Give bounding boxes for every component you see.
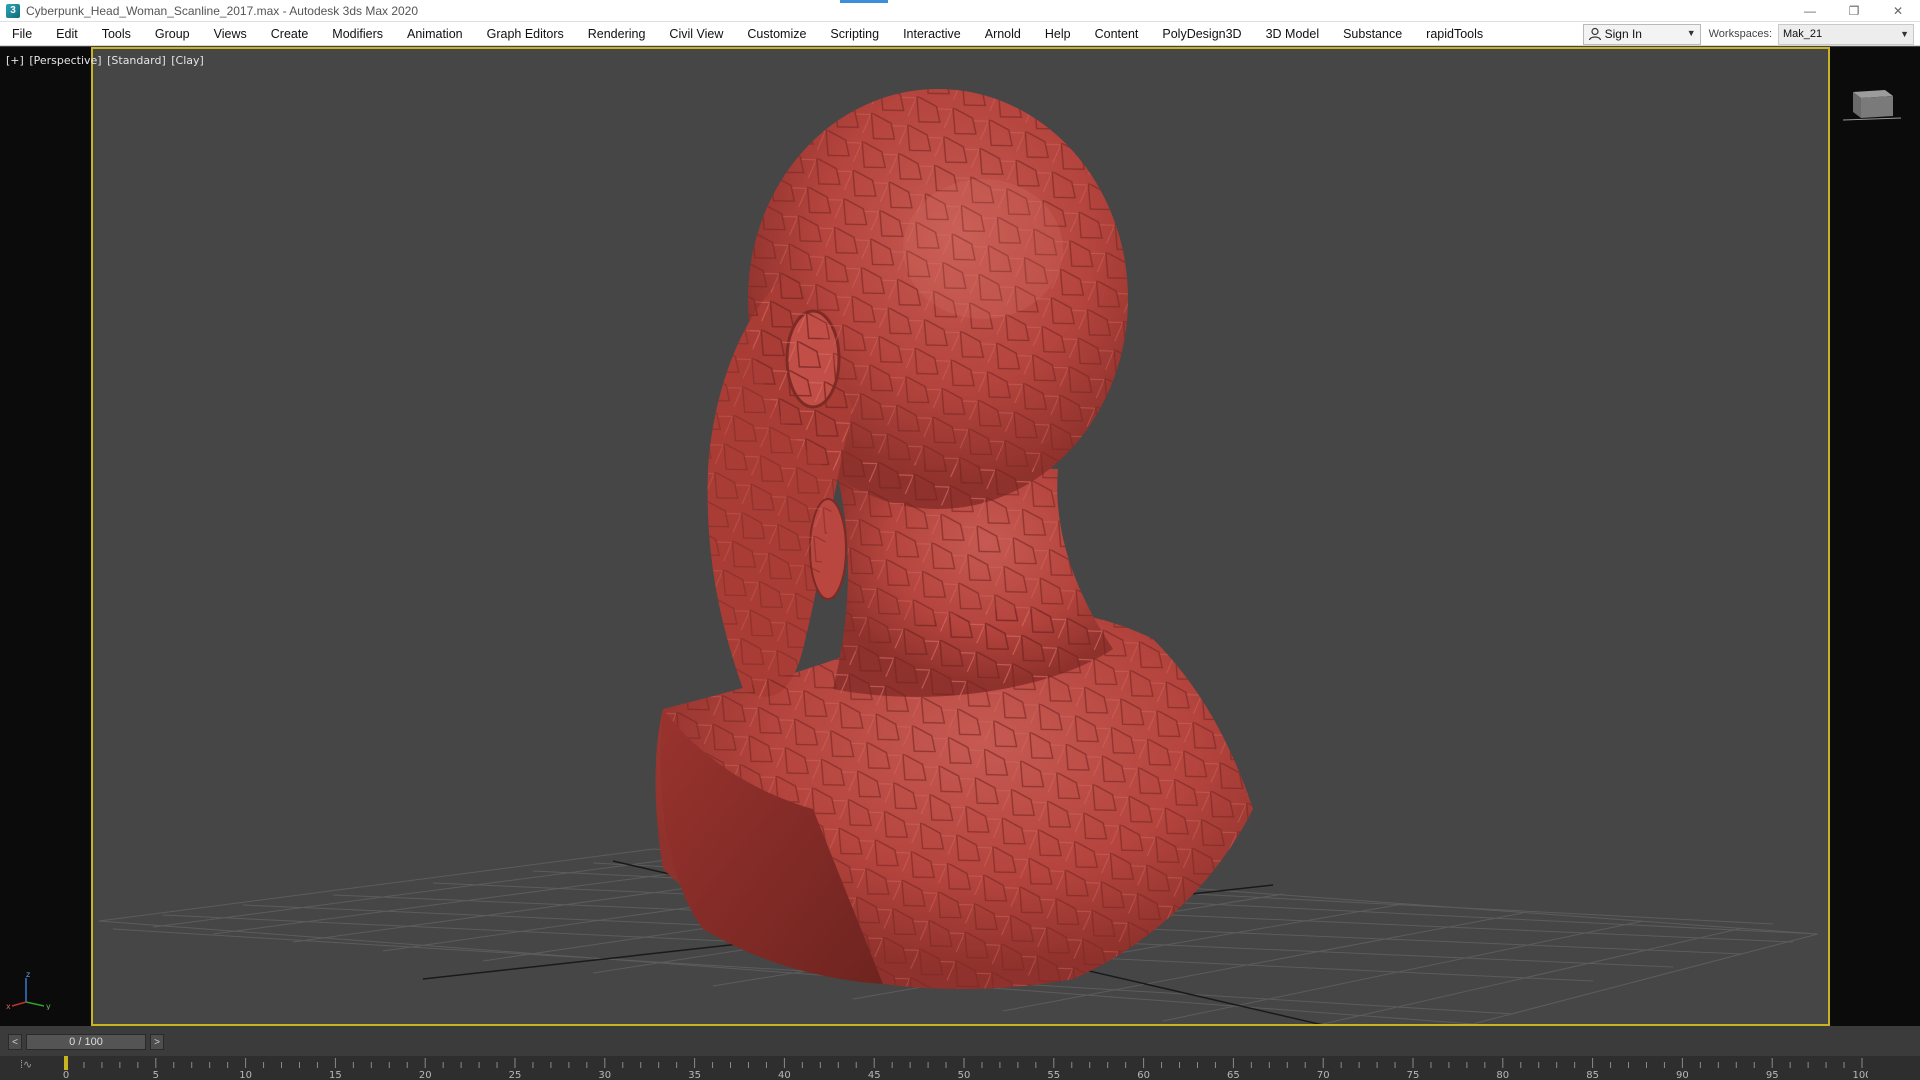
menu-substance[interactable]: Substance bbox=[1331, 22, 1414, 46]
app-icon[interactable]: 3 bbox=[6, 3, 20, 18]
perspective-viewport[interactable] bbox=[91, 47, 1830, 1026]
key-mode-icon[interactable]: ⁞∿ bbox=[20, 1058, 32, 1071]
left-panel bbox=[0, 47, 91, 1026]
menu-group[interactable]: Group bbox=[143, 22, 202, 46]
menu-create[interactable]: Create bbox=[259, 22, 321, 46]
ruler-tick-label: 65 bbox=[1227, 1070, 1240, 1080]
ruler-tick-label: 10 bbox=[239, 1070, 252, 1080]
ruler-tick-label: 75 bbox=[1407, 1070, 1420, 1080]
viewport-shading-clay[interactable]: [Clay] bbox=[171, 54, 204, 67]
ruler-tick-label: 15 bbox=[329, 1070, 342, 1080]
viewport-scene bbox=[98, 89, 1819, 1024]
ruler-tick-label: 95 bbox=[1766, 1070, 1779, 1080]
ruler-tick-label: 35 bbox=[688, 1070, 701, 1080]
title-accent-bar bbox=[840, 0, 888, 3]
menu-polydesign3d[interactable]: PolyDesign3D bbox=[1150, 22, 1253, 46]
viewport-labels: [+] [Perspective] [Standard] [Clay] bbox=[6, 54, 206, 67]
axis-y-label: y bbox=[46, 1002, 51, 1010]
menu-tools[interactable]: Tools bbox=[90, 22, 143, 46]
next-frame-button[interactable]: > bbox=[150, 1034, 164, 1050]
menu-interactive[interactable]: Interactive bbox=[891, 22, 973, 46]
viewport-menu-plus[interactable]: [+] bbox=[6, 54, 24, 67]
ruler-tick-label: 30 bbox=[598, 1070, 611, 1080]
ruler-tick-label: 25 bbox=[509, 1070, 522, 1080]
menu-civil-view[interactable]: Civil View bbox=[657, 22, 735, 46]
timeline-bar: < 0 / 100 > ⁞∿ 0 5 10 15 20 25 30 35 40 45 50 55 60 6… bbox=[0, 1026, 1920, 1080]
chevron-down-icon: ▼ bbox=[1686, 27, 1696, 38]
axis-tripod-icon: z x y bbox=[6, 970, 51, 1010]
ruler-tick-label: 70 bbox=[1317, 1070, 1330, 1080]
menu-graph-editors[interactable]: Graph Editors bbox=[475, 22, 576, 46]
viewport-shading-standard[interactable]: [Standard] bbox=[107, 54, 166, 67]
menu-rendering[interactable]: Rendering bbox=[576, 22, 658, 46]
axis-z-label: z bbox=[26, 970, 30, 979]
menu-right-controls: Sign In ▼ Workspaces: Mak_21 ▼ bbox=[1582, 22, 1920, 46]
menu-file[interactable]: File bbox=[0, 22, 44, 46]
title-bar: 3 Cyberpunk_Head_Woman_Scanline_2017.max… bbox=[0, 0, 1920, 22]
menu-views[interactable]: Views bbox=[202, 22, 259, 46]
time-slider[interactable]: < 0 / 100 > bbox=[8, 1034, 164, 1050]
close-icon[interactable]: ✕ bbox=[1876, 0, 1920, 22]
minimize-icon[interactable]: — bbox=[1788, 0, 1832, 22]
ruler-tick-label: 0 bbox=[63, 1070, 69, 1080]
restore-icon[interactable]: ❐ bbox=[1832, 0, 1876, 22]
menu-bar: File Edit Tools Group Views Create Modif… bbox=[0, 22, 1920, 46]
ruler-tick-label: 80 bbox=[1496, 1070, 1509, 1080]
menu-arnold[interactable]: Arnold bbox=[973, 22, 1033, 46]
timeline-ruler[interactable]: 0 5 10 15 20 25 30 35 40 45 50 55 60 65 70 75 80 85 90 95 10… bbox=[62, 1056, 1868, 1080]
ruler-tick-label: 45 bbox=[868, 1070, 881, 1080]
chevron-down-icon: ▼ bbox=[1900, 28, 1909, 39]
menu-3d-model[interactable]: 3D Model bbox=[1254, 22, 1332, 46]
ruler-tick-label: 100 bbox=[1852, 1070, 1868, 1080]
sign-in-label: Sign In bbox=[1604, 27, 1642, 41]
current-frame-marker[interactable] bbox=[64, 1056, 68, 1070]
menu-rapidtools[interactable]: rapidTools bbox=[1414, 22, 1495, 46]
sign-in-dropdown[interactable]: Sign In ▼ bbox=[1582, 23, 1701, 45]
menu-modifiers[interactable]: Modifiers bbox=[320, 22, 395, 46]
workspace-value: Mak_21 bbox=[1783, 28, 1823, 40]
ruler-tick-label: 40 bbox=[778, 1070, 791, 1080]
ruler-tick-label: 85 bbox=[1586, 1070, 1599, 1080]
menu-edit[interactable]: Edit bbox=[44, 22, 90, 46]
viewport-view-label[interactable]: [Perspective] bbox=[29, 54, 101, 67]
frame-display[interactable]: 0 / 100 bbox=[26, 1034, 146, 1050]
menu-customize[interactable]: Customize bbox=[735, 22, 818, 46]
workspace-select[interactable]: Mak_21 ▼ bbox=[1778, 23, 1914, 45]
menu-animation[interactable]: Animation bbox=[395, 22, 475, 46]
menu-scripting[interactable]: Scripting bbox=[818, 22, 891, 46]
window-title: Cyberpunk_Head_Woman_Scanline_2017.max -… bbox=[26, 3, 419, 18]
ruler-tick-label: 90 bbox=[1676, 1070, 1689, 1080]
axis-x-label: x bbox=[6, 1002, 11, 1010]
ruler-tick-label: 60 bbox=[1137, 1070, 1150, 1080]
viewcube-icon[interactable] bbox=[1843, 82, 1901, 124]
ruler-tick-label: 55 bbox=[1047, 1070, 1060, 1080]
right-panel bbox=[1830, 47, 1920, 1026]
ruler-tick-label: 50 bbox=[958, 1070, 971, 1080]
menu-content[interactable]: Content bbox=[1083, 22, 1151, 46]
prev-frame-button[interactable]: < bbox=[8, 1034, 22, 1050]
user-icon bbox=[1588, 27, 1601, 41]
ruler-tick-label: 20 bbox=[419, 1070, 432, 1080]
workspaces-label: Workspaces: bbox=[1708, 28, 1772, 40]
ruler-tick-label: 5 bbox=[153, 1070, 159, 1080]
menu-help[interactable]: Help bbox=[1033, 22, 1083, 46]
